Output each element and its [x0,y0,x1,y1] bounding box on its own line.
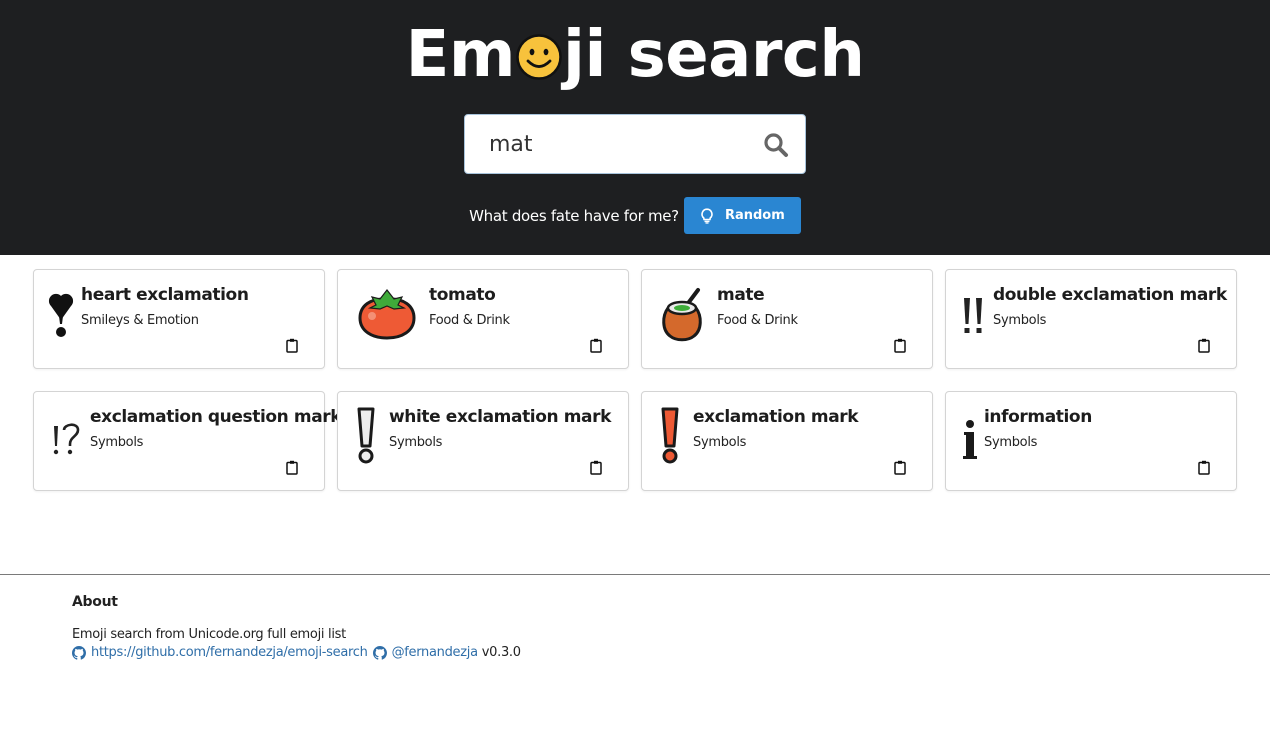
tomato-icon [358,286,416,342]
emoji-card[interactable]: tomato Food & Drink [337,269,629,369]
exclamation-mark-icon [660,406,680,464]
emoji-category: Symbols [389,435,443,450]
emoji-name: double exclamation mark [993,285,1227,305]
emoji-name: mate [717,285,765,305]
exclamation-question-icon [50,408,82,464]
about-title: About [72,594,118,610]
emoji-card[interactable]: information Symbols [945,391,1237,491]
repo-link[interactable]: https://github.com/fernandezja/emoji-sea… [91,645,368,660]
clipboard-icon[interactable] [1198,460,1210,475]
emoji-name: exclamation mark [693,407,859,427]
emoji-category: Food & Drink [429,313,510,328]
search-box [464,114,806,174]
fate-text: What does fate have for me? [469,206,679,225]
version-label: v0.3.0 [481,645,521,660]
title-text-start: Em [405,18,516,92]
emoji-card[interactable]: double exclamation mark Symbols [945,269,1237,369]
emoji-category: Symbols [993,313,1047,328]
footer-divider [0,574,1270,575]
smiley-face-icon [516,34,562,80]
fate-row: What does fate have for me? Random [0,197,1270,234]
clipboard-icon[interactable] [894,338,906,353]
about-description: Emoji search from Unicode.org full emoji… [72,627,346,642]
emoji-card[interactable]: exclamation mark Symbols [641,391,933,491]
information-icon [960,408,980,464]
emoji-name: exclamation question mark [90,407,342,427]
mate-icon [660,286,704,342]
random-button[interactable]: Random [683,197,801,234]
header: Em ji search What does fate have for me? … [0,0,1270,255]
title-text-end: ji search [563,18,865,92]
clipboard-icon[interactable] [894,460,906,475]
white-exclamation-icon [356,406,376,464]
emoji-card[interactable]: mate Food & Drink [641,269,933,369]
emoji-card[interactable]: white exclamation mark Symbols [337,391,629,491]
emoji-name: white exclamation mark [389,407,611,427]
clipboard-icon[interactable] [286,338,298,353]
github-icon [372,645,387,660]
author-link[interactable]: @fernandezja [392,645,479,660]
results-grid: heart exclamation Smileys & Emotion toma… [33,269,1237,491]
clipboard-icon[interactable] [1198,338,1210,353]
emoji-name: information [984,407,1092,427]
emoji-category: Food & Drink [717,313,798,328]
lightbulb-icon [701,207,713,224]
page-title: Em ji search [0,14,1270,96]
double-exclamation-icon [960,286,988,342]
emoji-category: Symbols [90,435,144,450]
emoji-card[interactable]: exclamation question mark Symbols [33,391,342,491]
clipboard-icon[interactable] [590,460,602,475]
footer: About Emoji search from Unicode.org full… [72,594,521,660]
about-links: https://github.com/fernandezja/emoji-sea… [72,645,521,660]
emoji-category: Symbols [693,435,747,450]
github-icon [72,645,86,660]
clipboard-icon[interactable] [590,338,602,353]
search-icon[interactable] [763,132,789,158]
emoji-name: heart exclamation [81,285,249,305]
emoji-card[interactable]: heart exclamation Smileys & Emotion [33,269,325,369]
emoji-name: tomato [429,285,496,305]
emoji-category: Symbols [984,435,1038,450]
heart-exclamation-icon [46,286,76,342]
random-button-label: Random [724,208,785,223]
clipboard-icon[interactable] [286,460,298,475]
search-input[interactable] [465,115,805,173]
emoji-category: Smileys & Emotion [81,313,199,328]
